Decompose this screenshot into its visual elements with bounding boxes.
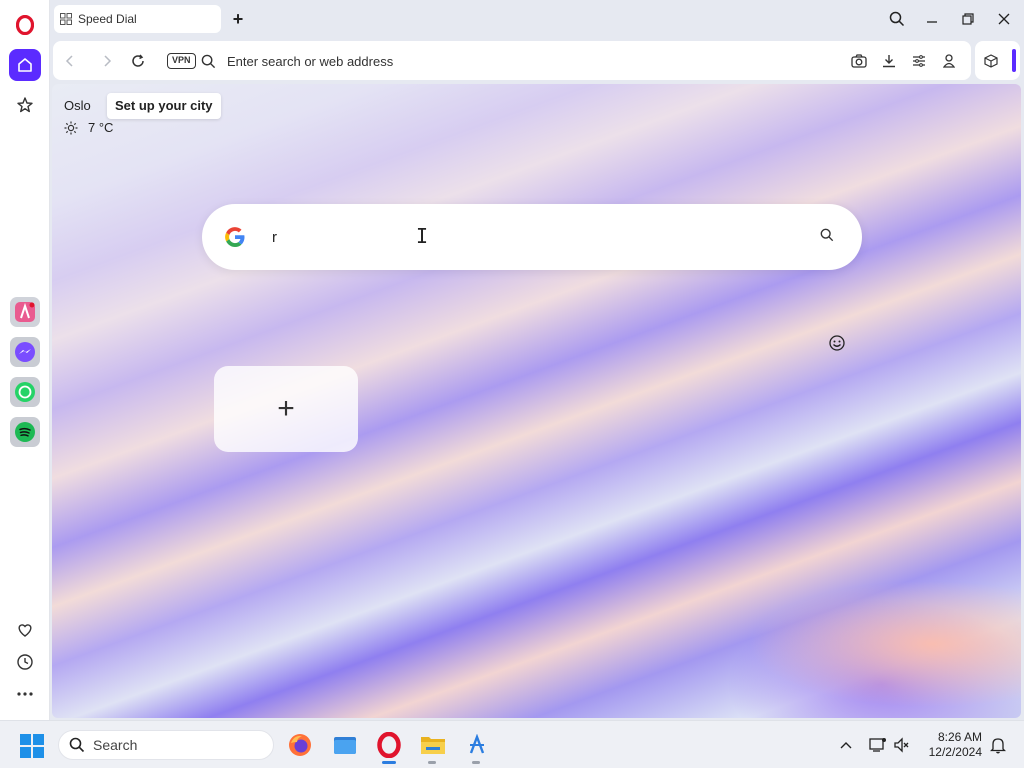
easy-setup-button[interactable] [909,51,929,71]
user-icon [943,54,955,68]
clock-time: 8:26 AM [937,730,982,744]
more-dots-icon [17,692,33,696]
taskbar-folder[interactable] [419,731,447,759]
google-icon [225,227,245,247]
spotify-icon [15,422,35,442]
vpn-badge[interactable]: VPN [167,53,196,69]
bell-icon [990,738,1006,754]
cube-icon [984,54,998,68]
new-tab-button[interactable]: + [228,9,248,29]
opera-menu-button[interactable] [9,9,41,41]
home-icon [18,58,32,72]
chevron-up-icon [840,742,852,749]
search-icon [201,54,215,68]
chevron-left-icon [65,55,73,67]
speed-dial-search-box[interactable]: I [202,204,862,270]
whatsapp-icon [15,382,35,402]
messenger-icon [15,342,35,362]
minimize-button[interactable] [921,8,943,30]
sidebar-history-button[interactable] [9,646,41,678]
sidebar-whatsapp-button[interactable] [10,377,40,407]
tab-label: Speed Dial [78,12,137,26]
forward-button[interactable] [97,51,117,71]
speaker-muted-icon [894,737,909,753]
taskbar-clock[interactable]: 8:26 AM 12/2/2024 [920,730,982,760]
sidebar-indicator [1012,49,1016,72]
taskbar-app-a[interactable] [463,731,491,759]
opera-logo-icon [16,15,34,35]
taskbar-opera[interactable] [375,731,403,759]
address-search-icon-wrap [198,51,218,71]
settings-sliders-icon [913,55,925,67]
restore-button[interactable] [957,8,979,30]
sidebar-more-button[interactable] [9,678,41,710]
back-button[interactable] [60,51,80,71]
firefox-icon [289,734,311,756]
download-icon [883,55,895,68]
sidebar-aria-button[interactable] [10,297,40,327]
chevron-right-icon [104,55,112,67]
taskbar-search-label: Search [93,737,138,753]
tab-strip: Speed Dial + [50,0,1024,38]
folder-icon [334,737,356,754]
reload-icon [132,54,144,67]
folder-yellow-icon [421,737,445,754]
app-a-icon [469,734,485,754]
extensions-button[interactable] [981,51,1001,71]
clock-date: 12/2/2024 [928,745,982,759]
search-icon [889,11,905,27]
taskbar-search[interactable]: Search [58,730,274,760]
aria-icon [15,302,35,322]
weather-city: Oslo [64,98,91,113]
tab-speed-dial[interactable]: Speed Dial [54,5,221,33]
speed-dial-page: Oslo Set up your city 7 °C I + [52,84,1021,718]
sidebar-bookmarks-button[interactable] [9,89,41,121]
text-cursor-icon: I [416,224,429,248]
sidebar-messenger-button[interactable] [10,337,40,367]
close-window-button[interactable] [993,8,1015,30]
downloads-button[interactable] [879,51,899,71]
speed-dial-grid-icon [60,13,72,25]
search-submit-icon[interactable] [820,228,834,242]
sidebar [0,0,50,720]
taskbar: Search 8:26 AM 12/2/2024 [0,720,1024,768]
profile-button[interactable] [939,51,959,71]
volume-button[interactable] [888,731,916,759]
weather-widget[interactable]: 7 °C [64,120,113,135]
taskbar-file-explorer[interactable] [331,731,359,759]
snapshot-button[interactable] [849,51,869,71]
extensions-area [975,41,1020,80]
speed-dial-search-input[interactable] [272,226,792,248]
smiley-icon[interactable] [828,334,846,352]
add-speed-dial-button[interactable]: + [214,366,358,452]
network-icon [869,738,886,752]
clock-icon [17,654,33,670]
address-toolbar: VPN [53,41,971,80]
setup-city-tooltip[interactable]: Set up your city [107,93,221,119]
opera-active-indicator [382,761,396,764]
minimize-icon [927,21,937,23]
notifications-button[interactable] [984,731,1012,759]
app-a-running-indicator [472,761,480,764]
folder-running-indicator [428,761,436,764]
sun-icon [64,121,78,134]
heart-icon [18,624,32,637]
camera-icon [851,54,867,68]
sidebar-pinboards-button[interactable] [9,614,41,646]
opera-icon [377,732,401,758]
sidebar-home-button[interactable] [9,49,41,81]
search-icon [69,737,85,753]
restore-icon [962,13,974,25]
taskbar-firefox[interactable] [286,731,314,759]
reload-button[interactable] [128,51,148,71]
close-icon [998,13,1010,25]
tab-search-button[interactable] [886,8,908,30]
browser-window: Speed Dial + VPN Enter search or web add… [0,0,1024,720]
show-hidden-icons-button[interactable] [832,731,860,759]
address-input[interactable] [227,52,787,70]
weather-temperature: 7 °C [88,120,114,135]
windows-start-icon[interactable] [20,734,44,758]
star-icon [17,97,33,113]
sidebar-spotify-button[interactable] [10,417,40,447]
